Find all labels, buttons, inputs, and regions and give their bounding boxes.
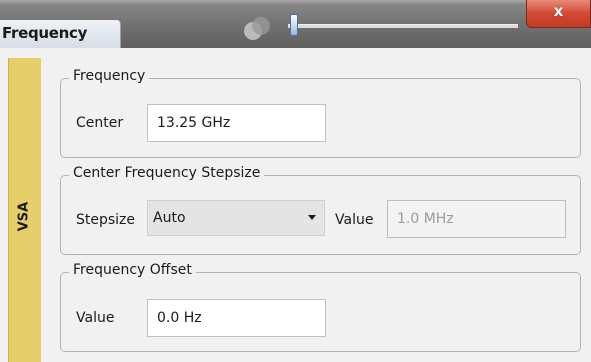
slider-track[interactable] [288,24,518,28]
stepsize-dropdown[interactable]: Auto [147,200,325,236]
side-tab-label: VSA [16,201,32,231]
center-label: Center [76,115,124,131]
frequency-offset-input[interactable]: 0.0 Hz [147,299,326,337]
slider-thumb[interactable] [290,14,298,36]
offset-value-label: Value [76,310,115,326]
stepsize-value-label: Value [335,212,374,228]
close-icon: x [553,2,564,20]
stepsize-group-title: Center Frequency Stepsize [69,165,265,181]
chevron-down-icon [308,215,316,220]
title-bar-top-strip [0,0,591,6]
center-frequency-value: 13.25 GHz [157,115,231,131]
transparency-icon[interactable] [242,14,272,44]
frequency-offset-value: 0.0 Hz [157,310,202,326]
transparency-slider[interactable] [288,12,518,38]
center-frequency-input[interactable]: 13.25 GHz [147,104,326,142]
frequency-offset-group-title: Frequency Offset [69,262,196,278]
stepsize-label: Stepsize [76,212,136,228]
frequency-group-title: Frequency [69,68,150,84]
side-tab-label-wrap: VSA [8,196,40,236]
stepsize-value-text: 1.0 MHz [397,211,454,227]
stepsize-selected: Auto [153,210,186,226]
stepsize-value-input[interactable]: 1.0 MHz [387,200,566,238]
close-button[interactable]: x [526,0,591,28]
dialog-title: Frequency [2,24,88,42]
